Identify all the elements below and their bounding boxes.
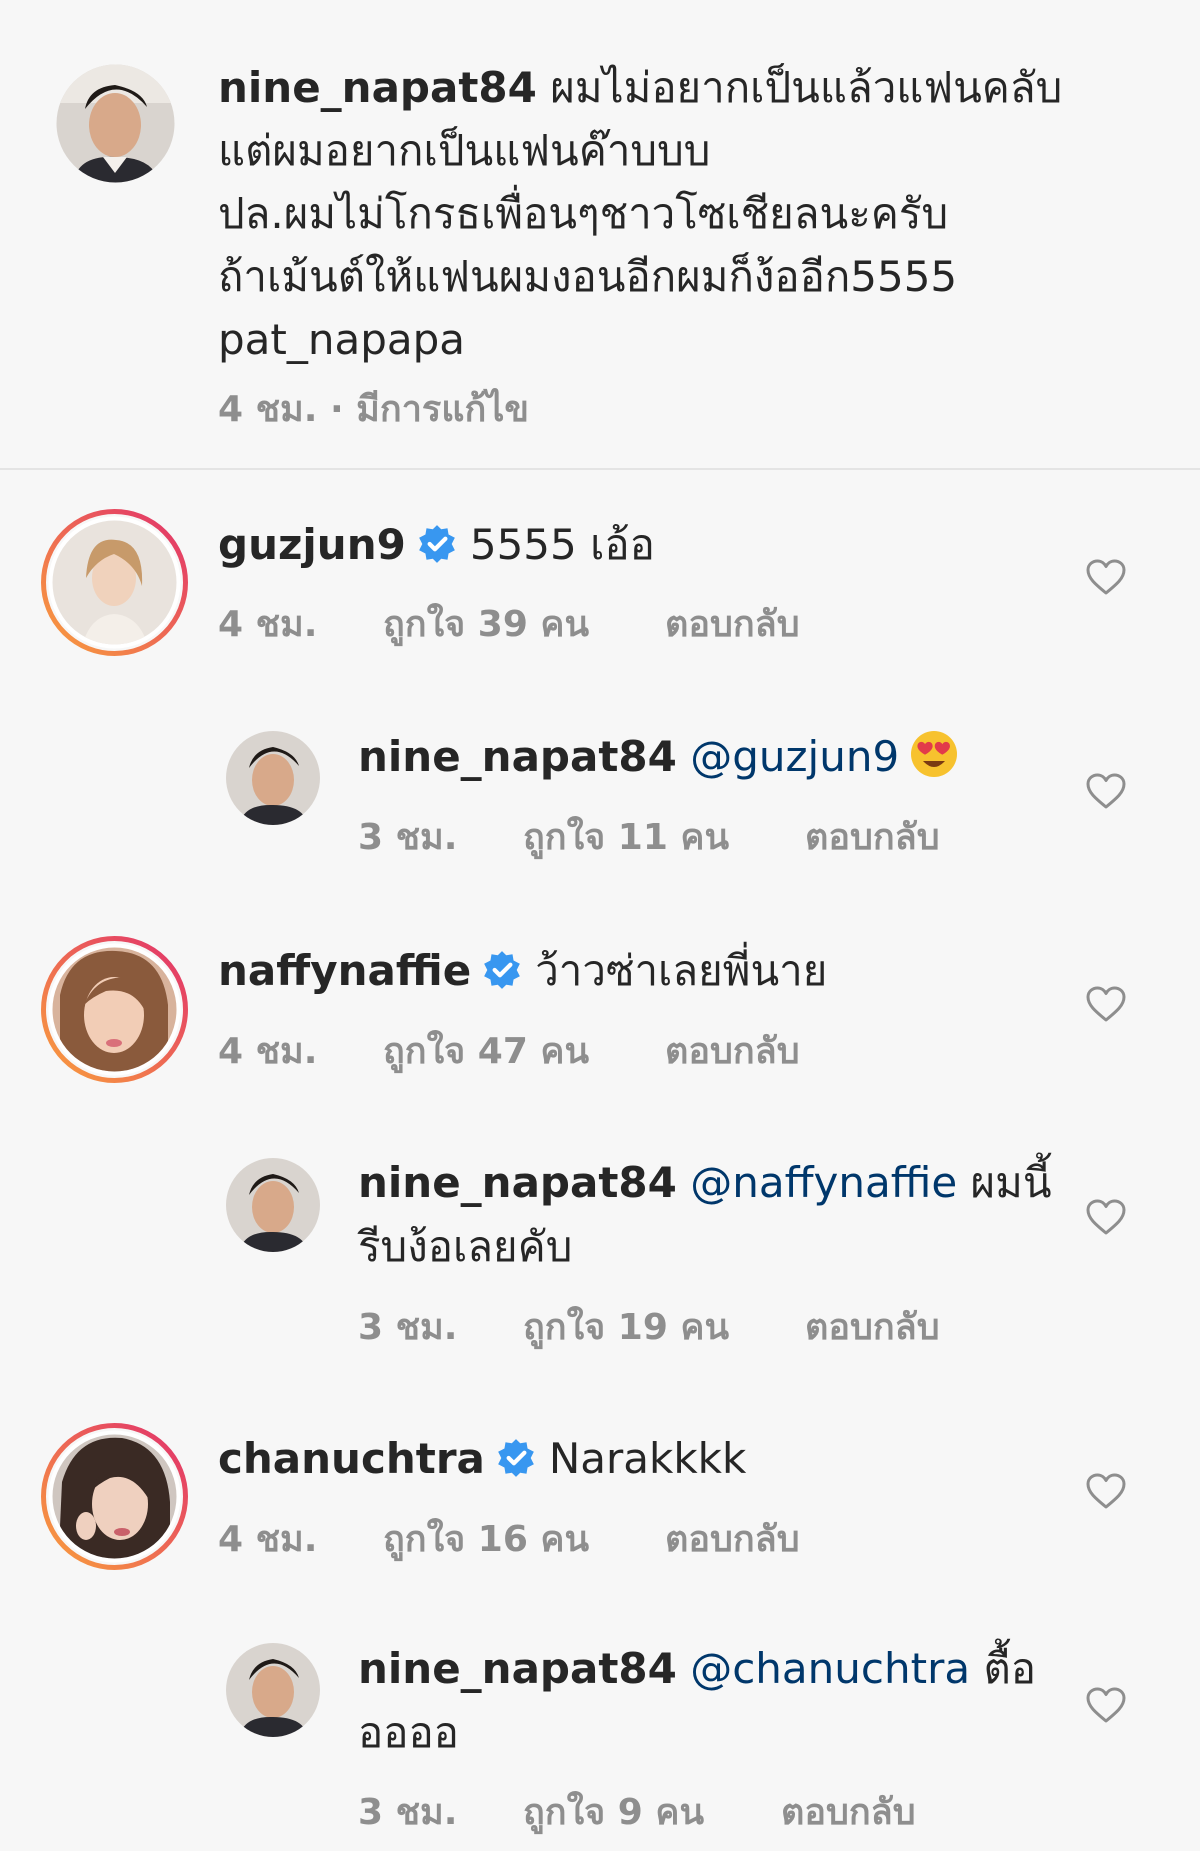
reply-button[interactable]: ตอบกลับ bbox=[805, 1298, 940, 1355]
comment-text: nine_napat84 @guzjun9 bbox=[358, 726, 959, 788]
post-caption: nine_napat84 ผมไม่อยากเป็นแล้วแฟนคลับ แต… bbox=[0, 0, 1200, 468]
comment-likes[interactable]: ถูกใจ 16 คน bbox=[383, 1510, 665, 1567]
avatar[interactable] bbox=[225, 730, 321, 826]
comment-likes[interactable]: ถูกใจ 47 คน bbox=[383, 1022, 665, 1079]
avatar[interactable] bbox=[55, 63, 176, 184]
verified-badge-icon bbox=[495, 1434, 537, 1477]
comment-time: 4 ชม. bbox=[218, 604, 318, 645]
comment-body-line2: ออออ bbox=[358, 1708, 459, 1757]
comment-username[interactable]: nine_napat84 bbox=[358, 1158, 677, 1207]
heart-icon[interactable] bbox=[1085, 558, 1127, 596]
heart-icon[interactable] bbox=[1085, 1472, 1127, 1510]
comment-likes[interactable]: ถูกใจ 39 คน bbox=[383, 595, 665, 652]
reply-button[interactable]: ตอบกลับ bbox=[665, 1510, 800, 1567]
avatar[interactable] bbox=[40, 1422, 189, 1571]
comment-text: nine_napat84 @chanuchtra ตื้อ bbox=[358, 1638, 1036, 1700]
caption-edited: · มีการแก้ไข bbox=[329, 389, 529, 430]
heart-icon[interactable] bbox=[1085, 772, 1127, 810]
comment-username[interactable]: chanuchtra bbox=[218, 1434, 485, 1483]
caption-line: ผมไม่อยากเป็นแล้วแฟนคลับ bbox=[550, 63, 1063, 112]
comment-time: 3 ชม. bbox=[358, 1307, 458, 1348]
comment-text-continued: รีบง้อเลยคับ bbox=[358, 1216, 572, 1278]
reply-button[interactable]: ตอบกลับ bbox=[781, 1783, 916, 1840]
comment-meta: 3 ชม. ถูกใจ 19 คน ตอบกลับ bbox=[358, 1298, 940, 1355]
reply-button[interactable]: ตอบกลับ bbox=[805, 808, 940, 865]
heart-eyes-emoji-icon bbox=[909, 729, 959, 779]
mention-link[interactable]: @chanuchtra bbox=[690, 1644, 970, 1693]
caption-username[interactable]: nine_napat84 bbox=[218, 63, 537, 112]
avatar[interactable] bbox=[40, 935, 189, 1084]
comment-username[interactable]: nine_napat84 bbox=[358, 1644, 677, 1693]
reply-button[interactable]: ตอบกลับ bbox=[665, 1022, 800, 1079]
caption-line: ปล.ผมไม่โกรธเพื่อนๆชาวโซเชียลนะครับ bbox=[218, 189, 949, 238]
comment-body-line2: รีบง้อเลยคับ bbox=[358, 1222, 573, 1271]
comment-text: nine_napat84 @naffynaffie ผมนี้ bbox=[358, 1152, 1052, 1214]
heart-icon[interactable] bbox=[1085, 1198, 1127, 1236]
comment-likes[interactable]: ถูกใจ 11 คน bbox=[523, 808, 805, 865]
comment-meta: 3 ชม. ถูกใจ 9 คน ตอบกลับ bbox=[358, 1783, 916, 1840]
comment-username[interactable]: naffynaffie bbox=[218, 946, 471, 995]
verified-badge-icon bbox=[416, 520, 458, 563]
comment-likes[interactable]: ถูกใจ 19 คน bbox=[523, 1298, 805, 1355]
comment-time: 4 ชม. bbox=[218, 1031, 318, 1072]
comment-text: guzjun9 5555 เอ้อ bbox=[218, 514, 655, 576]
reply-button[interactable]: ตอบกลับ bbox=[665, 595, 800, 652]
mention-link[interactable]: @guzjun9 bbox=[690, 732, 899, 781]
caption-meta: 4 ชม. · มีการแก้ไข bbox=[218, 380, 529, 437]
heart-icon[interactable] bbox=[1085, 985, 1127, 1023]
verified-badge-icon bbox=[481, 946, 523, 989]
heart-icon[interactable] bbox=[1085, 1686, 1127, 1724]
avatar[interactable] bbox=[225, 1157, 321, 1253]
comment-username[interactable]: nine_napat84 bbox=[358, 732, 677, 781]
divider bbox=[0, 468, 1200, 470]
caption-tag[interactable]: pat_napapa bbox=[218, 315, 465, 364]
comment-likes[interactable]: ถูกใจ 9 คน bbox=[523, 1783, 781, 1840]
comment-body: ผมนี้ bbox=[970, 1158, 1052, 1207]
caption-time: 4 ชม. bbox=[218, 389, 318, 430]
caption-line: ถ้าเม้นต์ให้แฟนผมงอนอีกผมก็ง้ออีก5555 bbox=[218, 252, 958, 301]
comment-time: 3 ชม. bbox=[358, 817, 458, 858]
avatar[interactable] bbox=[225, 1642, 321, 1738]
comment-meta: 4 ชม. ถูกใจ 16 คน ตอบกลับ bbox=[218, 1510, 800, 1567]
avatar[interactable] bbox=[40, 508, 189, 657]
comment-body: ตื้อ bbox=[983, 1644, 1036, 1693]
caption-line: แต่ผมอยากเป็นแฟนค๊าบบบ bbox=[218, 126, 711, 175]
caption-text: nine_napat84 ผมไม่อยากเป็นแล้วแฟนคลับ แต… bbox=[218, 56, 1118, 371]
comment-text: naffynaffie ว้าวซ่าเลยพี่นาย bbox=[218, 940, 827, 1002]
comment-meta: 4 ชม. ถูกใจ 39 คน ตอบกลับ bbox=[218, 595, 800, 652]
comment-body: ว้าวซ่าเลยพี่นาย bbox=[535, 946, 828, 995]
comment-time: 3 ชม. bbox=[358, 1792, 458, 1833]
comment-text: chanuchtra Narakkkk bbox=[218, 1428, 746, 1490]
comments-screen: nine_napat84 ผมไม่อยากเป็นแล้วแฟนคลับ แต… bbox=[0, 0, 1200, 1851]
mention-link[interactable]: @naffynaffie bbox=[690, 1158, 957, 1207]
comment-body: Narakkkk bbox=[548, 1434, 747, 1483]
comment-meta: 4 ชม. ถูกใจ 47 คน ตอบกลับ bbox=[218, 1022, 800, 1079]
comment-text-continued: ออออ bbox=[358, 1702, 459, 1764]
comment-meta: 3 ชม. ถูกใจ 11 คน ตอบกลับ bbox=[358, 808, 940, 865]
comment-time: 4 ชม. bbox=[218, 1519, 318, 1560]
comment-body: 5555 เอ้อ bbox=[469, 520, 655, 569]
comment-username[interactable]: guzjun9 bbox=[218, 520, 406, 569]
